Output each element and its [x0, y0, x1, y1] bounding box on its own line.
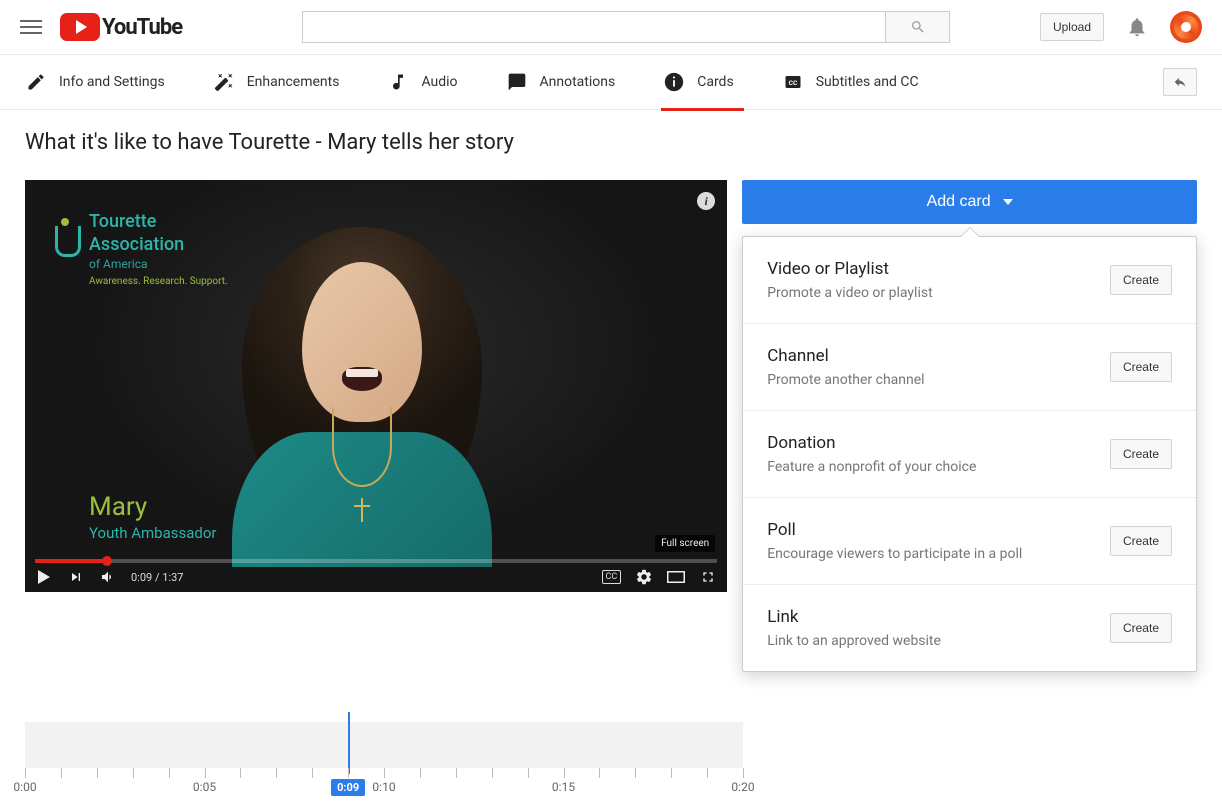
avatar[interactable] [1170, 11, 1202, 43]
menu-icon[interactable] [20, 16, 42, 38]
time-total: 1:37 [162, 571, 183, 584]
play-button[interactable] [35, 568, 53, 586]
video-overlay-logo: Tourette Association of America Awarenes… [89, 210, 228, 288]
header: YouTube Upload [0, 0, 1222, 55]
tab-label: Cards [697, 74, 733, 90]
pencil-icon [25, 71, 47, 93]
person-role: Youth Ambassador [89, 524, 217, 542]
card-option-video-playlist: Video or Playlist Promote a video or pla… [743, 237, 1196, 323]
card-option-donation: Donation Feature a nonprofit of your cho… [743, 410, 1196, 497]
tab-label: Subtitles and CC [816, 74, 919, 90]
notifications-icon[interactable] [1126, 16, 1148, 38]
card-option-channel: Channel Promote another channel Create [743, 323, 1196, 410]
tab-enhancements[interactable]: Enhancements [213, 55, 360, 110]
option-desc: Promote another channel [767, 372, 924, 388]
tick-label: 0:00 [13, 780, 36, 794]
create-button-poll[interactable]: Create [1110, 526, 1172, 556]
create-button-video[interactable]: Create [1110, 265, 1172, 295]
music-note-icon [387, 71, 409, 93]
option-desc: Feature a nonprofit of your choice [767, 459, 976, 475]
next-button[interactable] [67, 568, 85, 586]
upload-button[interactable]: Upload [1040, 13, 1104, 41]
volume-button[interactable] [99, 568, 117, 586]
org-name-line3: of America [89, 257, 228, 273]
time-current: 0:09 [131, 571, 152, 584]
tab-label: Audio [421, 74, 457, 90]
video-player[interactable]: Tourette Association of America Awarenes… [25, 180, 727, 592]
tick-label: 0:20 [731, 780, 754, 794]
tick-label: 0:10 [372, 780, 395, 794]
option-desc: Link to an approved website [767, 633, 941, 649]
tab-label: Annotations [540, 74, 616, 90]
playhead[interactable]: 0:09 [348, 712, 350, 774]
return-button[interactable] [1163, 68, 1197, 96]
card-panel: Add card Video or Playlist Promote a vid… [742, 180, 1197, 672]
org-tagline: Awareness. Research. Support. [89, 275, 228, 288]
create-button-donation[interactable]: Create [1110, 439, 1172, 469]
create-button-link[interactable]: Create [1110, 613, 1172, 643]
option-desc: Encourage viewers to participate in a po… [767, 546, 1022, 562]
youtube-logo[interactable]: YouTube [60, 13, 182, 41]
video-subject [192, 207, 532, 567]
option-title: Video or Playlist [767, 259, 932, 279]
timeline[interactable]: 0:09 0:00 0:05 0:10 0:15 0:20 [25, 722, 743, 788]
search-button[interactable] [885, 11, 950, 43]
timeline-ruler: 0:00 0:05 0:10 0:15 0:20 [25, 768, 743, 788]
search-icon [910, 19, 926, 35]
tick-label: 0:15 [552, 780, 575, 794]
editor-tabs: Info and Settings Enhancements Audio Ann… [0, 55, 1222, 110]
card-option-poll: Poll Encourage viewers to participate in… [743, 497, 1196, 584]
card-option-link: Link Link to an approved website Create [743, 584, 1196, 671]
content-area: What it's like to have Tourette - Mary t… [0, 110, 1222, 808]
add-card-button[interactable]: Add card [742, 180, 1197, 224]
fullscreen-tooltip: Full screen [655, 535, 715, 552]
player-controls: 0:09 / 1:37 CC [25, 562, 727, 592]
search-input[interactable] [302, 11, 885, 43]
fullscreen-button[interactable] [699, 568, 717, 586]
speech-icon [506, 71, 528, 93]
theater-button[interactable] [667, 568, 685, 586]
search-bar [302, 11, 950, 43]
option-title: Donation [767, 433, 976, 453]
add-card-label: Add card [927, 193, 991, 211]
option-title: Link [767, 607, 941, 627]
cc-icon: CC [782, 71, 804, 93]
reply-arrow-icon [1171, 75, 1189, 89]
tab-label: Info and Settings [59, 74, 165, 90]
option-desc: Promote a video or playlist [767, 285, 932, 301]
lower-third: Mary Youth Ambassador [89, 492, 217, 542]
time-display: 0:09 / 1:37 [131, 571, 183, 584]
tab-audio[interactable]: Audio [387, 55, 477, 110]
org-name-line1: Tourette [89, 210, 228, 233]
info-circle-icon [663, 71, 685, 93]
org-name-line2: Association [89, 233, 228, 256]
svg-text:CC: CC [788, 79, 797, 87]
create-button-channel[interactable]: Create [1110, 352, 1172, 382]
tab-cards[interactable]: Cards [663, 55, 753, 110]
tab-annotations[interactable]: Annotations [506, 55, 636, 110]
add-card-dropdown: Video or Playlist Promote a video or pla… [742, 236, 1197, 672]
option-title: Poll [767, 520, 1022, 540]
timeline-track[interactable]: 0:09 [25, 722, 743, 768]
tab-subtitles[interactable]: CC Subtitles and CC [782, 55, 939, 110]
editor-row: Tourette Association of America Awarenes… [25, 180, 1197, 672]
tick-label: 0:05 [193, 780, 216, 794]
logo-play-icon [60, 13, 100, 41]
cc-button[interactable]: CC [602, 570, 622, 584]
person-name: Mary [89, 492, 217, 522]
tab-info-settings[interactable]: Info and Settings [25, 55, 185, 110]
tab-label: Enhancements [247, 74, 340, 90]
option-title: Channel [767, 346, 924, 366]
logo-text: YouTube [102, 15, 182, 40]
wand-icon [213, 71, 235, 93]
header-actions: Upload [1040, 11, 1202, 43]
video-title: What it's like to have Tourette - Mary t… [25, 130, 1197, 155]
settings-gear-button[interactable] [635, 568, 653, 586]
